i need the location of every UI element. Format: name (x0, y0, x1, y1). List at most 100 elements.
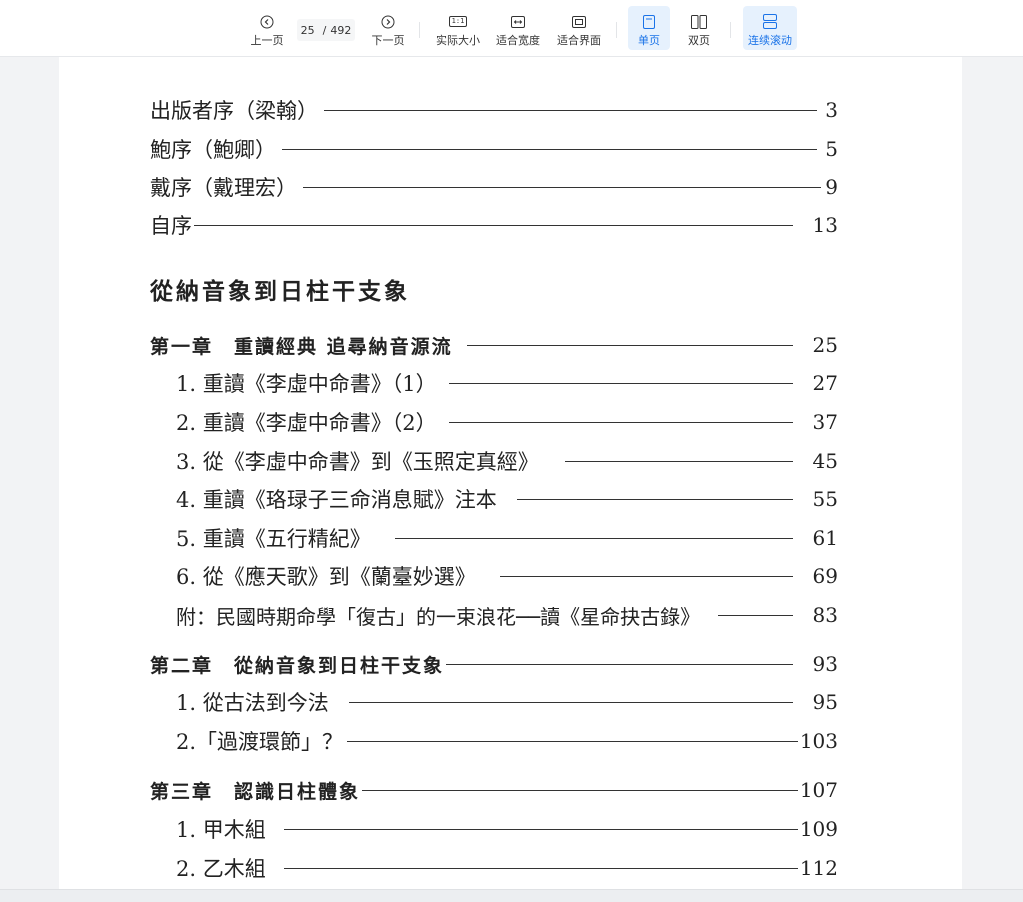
toc-chapter-title: 第三章 認識日柱體象 (150, 780, 361, 803)
toc-entry-page: 3 (825, 98, 838, 122)
dot-leader (448, 421, 793, 423)
dot-leader (516, 498, 793, 500)
document-page: 出版者序（梁翰） 3 鮑序（鮑卿） 5 戴序（戴理宏） 9 自序 13 從納音象… (59, 57, 962, 889)
viewer-toolbar: 上一页 25 / 492 下一页 1:1 实际大小 适合宽度 适合界面 单页 双… (0, 0, 1023, 57)
toc-entry-title: 5. 重讀《五行精紀》 (176, 527, 371, 551)
single-page-button[interactable]: 单页 (628, 6, 670, 50)
toc-entry-page: 55 (812, 487, 838, 511)
toolbar-divider (730, 22, 731, 38)
toc-entry-page: 37 (812, 410, 838, 434)
fit-page-button[interactable]: 适合界面 (553, 6, 605, 50)
total-pages: 492 (330, 23, 352, 37)
dot-leader (394, 537, 793, 539)
next-page-button[interactable]: 下一页 (369, 6, 407, 50)
toc-entry-page: 69 (812, 564, 838, 588)
dot-leader (448, 382, 793, 384)
next-page-label: 下一页 (371, 34, 405, 47)
fit-width-button[interactable]: 适合宽度 (492, 6, 544, 50)
toc-entry[interactable]: 2. 重讀《李虛中命書》（2） 37 (176, 409, 838, 435)
prev-page-label: 上一页 (250, 34, 284, 47)
toc-entry-title: 出版者序（梁翰） (150, 99, 318, 123)
current-page-input[interactable]: 25 (301, 24, 315, 37)
double-page-label: 双页 (688, 34, 710, 47)
single-page-icon (643, 13, 655, 30)
dot-leader (324, 109, 818, 111)
continuous-scroll-icon (763, 13, 777, 30)
toolbar-divider (616, 22, 617, 38)
page-separator: / (322, 23, 327, 37)
actual-size-icon: 1:1 (448, 13, 468, 30)
toc-entry-page: 25 (812, 333, 838, 357)
fit-page-icon (572, 13, 586, 30)
prev-page-button[interactable]: 上一页 (248, 6, 286, 50)
toc-entry-title: 2. 乙木組 (176, 857, 266, 881)
toc-entry[interactable]: 5. 重讀《五行精紀》 61 (176, 525, 838, 551)
toc-entry-page: 95 (812, 690, 838, 714)
toc-entry[interactable]: 戴序（戴理宏） 9 (150, 174, 838, 200)
toc-entry-title: 1. 重讀《李虛中命書》（1） (176, 372, 437, 396)
dot-leader (283, 867, 798, 869)
page-indicator[interactable]: 25 / 492 (297, 19, 355, 41)
toc-entry-page: 103 (799, 729, 838, 753)
toc-entry-title: 6. 從《應天歌》到《蘭臺妙選》 (176, 565, 476, 589)
toc-entry-title: 1. 甲木組 (176, 818, 266, 842)
toc-entry-page: 61 (812, 526, 838, 550)
toc-entry[interactable]: 1. 重讀《李虛中命書》（1） 27 (176, 370, 838, 396)
toc-entry[interactable]: 3. 從《李虛中命書》到《玉照定真經》 45 (176, 448, 838, 474)
toc-chapter-entry[interactable]: 第一章 重讀經典 追尋納音源流 25 (150, 332, 838, 358)
toc-entry[interactable]: 鮑序（鮑卿） 5 (150, 136, 838, 162)
toc-entry-title: 自序 (150, 214, 192, 238)
toc-chapter-entry[interactable]: 第二章 從納音象到日柱干支象 93 (150, 651, 838, 677)
toc-entry[interactable]: 4. 重讀《珞琭子三命消息賦》注本 55 (176, 486, 838, 512)
dot-leader (303, 186, 822, 188)
fit-width-icon (511, 13, 525, 30)
continuous-scroll-label: 连续滚动 (748, 34, 792, 47)
dot-leader (718, 614, 793, 616)
chevron-right-circle-icon (381, 13, 395, 30)
chevron-left-circle-icon (260, 13, 274, 30)
toc-entry[interactable]: 2. 乙木組 112 (176, 855, 838, 881)
double-page-button[interactable]: 双页 (679, 6, 719, 50)
part-heading: 從納音象到日柱干支象 (150, 278, 410, 305)
continuous-scroll-button[interactable]: 连续滚动 (743, 6, 797, 50)
toc-entry-page: 112 (799, 856, 838, 880)
toc-entry[interactable]: 自序 13 (150, 212, 838, 238)
toc-chapter-title: 第一章 重讀經典 追尋納音源流 (150, 335, 453, 358)
dot-leader (194, 224, 793, 226)
dot-leader (283, 828, 798, 830)
toc-chapter-title: 第二章 從納音象到日柱干支象 (150, 654, 445, 677)
toc-entry[interactable]: 2.「過渡環節」？ 103 (176, 728, 838, 754)
toc-entry[interactable]: 出版者序（梁翰） 3 (150, 97, 838, 123)
actual-size-label: 实际大小 (436, 34, 480, 47)
actual-size-button[interactable]: 1:1 实际大小 (432, 6, 484, 50)
toc-entry-page: 9 (825, 175, 838, 199)
toolbar-divider (419, 22, 420, 38)
fit-width-label: 适合宽度 (496, 34, 540, 47)
toc-entry-title: 3. 從《李虛中命書》到《玉照定真經》 (176, 450, 539, 474)
toc-entry[interactable]: 附：民國時期命學「復古」的一束浪花──讀《星命抉古錄》 83 (176, 602, 838, 629)
dot-leader (564, 460, 793, 462)
single-page-label: 单页 (638, 34, 660, 47)
toc-entry-page: 109 (799, 817, 838, 841)
toc-entry-title: 1. 從古法到今法 (176, 691, 329, 715)
toc-entry-page: 45 (812, 449, 838, 473)
dot-leader (282, 148, 818, 150)
dot-leader (347, 740, 798, 742)
dot-leader (348, 701, 793, 703)
bottom-bar (0, 889, 1023, 902)
toc-entry-page: 27 (812, 371, 838, 395)
toc-entry[interactable]: 6. 從《應天歌》到《蘭臺妙選》 69 (176, 563, 838, 589)
toc-entry-page: 13 (812, 213, 838, 237)
toc-chapter-entry[interactable]: 第三章 認識日柱體象 107 (150, 777, 838, 803)
toc-entry[interactable]: 1. 甲木組 109 (176, 816, 838, 842)
toc-entry-title: 戴序（戴理宏） (150, 176, 297, 200)
document-viewport[interactable]: 出版者序（梁翰） 3 鮑序（鮑卿） 5 戴序（戴理宏） 9 自序 13 從納音象… (0, 57, 1023, 889)
toc-entry-page: 5 (825, 137, 838, 161)
dot-leader (499, 575, 793, 577)
toc-entry-title: 附：民國時期命學「復古」的一束浪花──讀《星命抉古錄》 (176, 604, 701, 629)
toc-entry-page: 107 (799, 778, 838, 802)
toc-entry-title: 4. 重讀《珞琭子三命消息賦》注本 (176, 488, 497, 512)
toc-entry[interactable]: 1. 從古法到今法 95 (176, 689, 838, 715)
toc-entry-title: 2. 重讀《李虛中命書》（2） (176, 411, 437, 435)
toc-entry-title: 鮑序（鮑卿） (150, 138, 276, 162)
